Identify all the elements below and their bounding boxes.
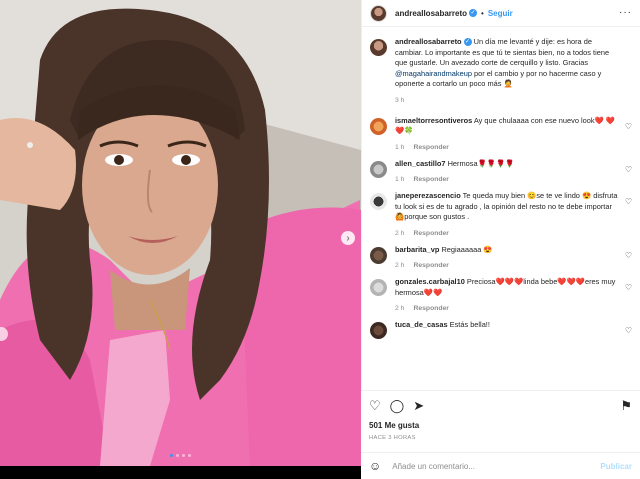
comment-like-heart-icon[interactable]: ♡ bbox=[625, 165, 632, 174]
reply-button[interactable]: Responder bbox=[413, 176, 449, 183]
chevron-right-icon: › bbox=[346, 232, 350, 244]
comment-body: ismaeltorresontiveros Ay que chulaaaa co… bbox=[395, 116, 632, 151]
carousel-dots bbox=[170, 454, 191, 457]
comment-meta: 2 h Responder bbox=[395, 230, 620, 237]
comment-username[interactable]: barbarita_vp bbox=[395, 245, 439, 254]
comment-avatar[interactable] bbox=[370, 117, 387, 135]
comment-message: Estás bella!! bbox=[449, 320, 490, 329]
comment-item: gonzales.carbajal10 Preciosa❤️❤️❤️linda … bbox=[370, 277, 632, 312]
comment-time: 1 h bbox=[395, 143, 405, 151]
comment-text: ismaeltorresontiveros Ay que chulaaaa co… bbox=[395, 116, 620, 137]
more-options-icon[interactable]: ··· bbox=[619, 7, 632, 18]
caption-avatar[interactable] bbox=[370, 39, 387, 56]
carousel-dot-active bbox=[170, 454, 173, 457]
comment-like-heart-icon[interactable]: ♡ bbox=[625, 197, 632, 206]
comment-text: janeperezascencio Te queda muy bien 😊se … bbox=[395, 191, 620, 223]
comment-body: tuca_de_casas Estás bella!! bbox=[395, 320, 632, 339]
comment-input[interactable]: Añade un comentario... bbox=[392, 462, 475, 471]
comment-message: Hermosa🌹🌹🌹🌹 bbox=[447, 158, 515, 168]
likes-count[interactable]: 501 Me gusta bbox=[369, 421, 632, 430]
comment-bubble-icon[interactable]: ◯ bbox=[390, 398, 405, 414]
comment-body: allen_castillo7 Hermosa🌹🌹🌹🌹 1 h Responder bbox=[395, 159, 632, 184]
comment-body: barbarita_vp Regiaaaaaa 😍 2 h Responder bbox=[395, 245, 632, 270]
caption-body: andreallosabarreto ✓ Un día me levanté y … bbox=[395, 37, 632, 104]
carousel-dot bbox=[188, 454, 191, 457]
comment-item: ismaeltorresontiveros Ay que chulaaaa co… bbox=[370, 116, 632, 151]
comment-text: barbarita_vp Regiaaaaaa 😍 bbox=[395, 245, 620, 256]
share-send-icon[interactable]: ➤ bbox=[413, 398, 424, 414]
post-time-ago[interactable]: HACE 3 HORAS bbox=[369, 435, 632, 441]
comment-text: gonzales.carbajal10 Preciosa❤️❤️❤️linda … bbox=[395, 277, 620, 298]
carousel-dot bbox=[176, 454, 179, 457]
comment-body: janeperezascencio Te queda muy bien 😊se … bbox=[395, 191, 632, 237]
verified-badge-icon: ✓ bbox=[463, 38, 472, 47]
reply-button[interactable]: Responder bbox=[413, 305, 449, 312]
comment-text: allen_castillo7 Hermosa🌹🌹🌹🌹 bbox=[395, 159, 620, 170]
comment-item: allen_castillo7 Hermosa🌹🌹🌹🌹 1 h Responder… bbox=[370, 159, 632, 184]
caption: andreallosabarreto ✓ Un día me levanté y … bbox=[370, 37, 632, 104]
comment-time: 2 h bbox=[395, 305, 405, 312]
post-header: andreallosabarreto ✓ • Seguir ··· bbox=[362, 0, 640, 27]
publish-button[interactable]: Publicar bbox=[600, 462, 632, 471]
comment-avatar[interactable] bbox=[370, 246, 387, 264]
comment-time: 1 h bbox=[395, 176, 405, 183]
comment-username[interactable]: ismaeltorresontiveros bbox=[395, 116, 472, 125]
comment-meta: 2 h Responder bbox=[395, 305, 620, 312]
comment-time: 2 h bbox=[395, 262, 405, 269]
like-heart-icon[interactable]: ♡ bbox=[369, 398, 381, 414]
caption-username[interactable]: andreallosabarreto bbox=[395, 37, 462, 46]
reply-button[interactable]: Responder bbox=[413, 144, 449, 151]
verified-badge-icon: ✓ bbox=[469, 9, 478, 17]
post-photo[interactable]: › bbox=[0, 0, 361, 466]
action-icons: ♡ ◯ ➤ ⚑ bbox=[369, 391, 632, 421]
comment-item: janeperezascencio Te queda muy bien 😊se … bbox=[370, 191, 632, 237]
comments-list[interactable]: andreallosabarreto ✓ Un día me levanté y … bbox=[362, 27, 640, 391]
caption-mention-link[interactable]: @magahairandmakeup bbox=[395, 69, 472, 78]
comment-item: barbarita_vp Regiaaaaaa 😍 2 h Responder ♡ bbox=[370, 245, 632, 270]
comment-item: tuca_de_casas Estás bella!! ♡ bbox=[370, 320, 632, 339]
follow-button[interactable]: Seguir bbox=[488, 9, 513, 18]
author-username[interactable]: andreallosabarreto bbox=[395, 9, 467, 18]
comment-like-heart-icon[interactable]: ♡ bbox=[625, 283, 632, 292]
reply-button[interactable]: Responder bbox=[413, 230, 449, 237]
comment-username[interactable]: allen_castillo7 bbox=[395, 159, 446, 168]
comment-meta: 1 h Responder bbox=[395, 144, 620, 151]
caption-meta: 3 h bbox=[395, 97, 620, 104]
comment-username[interactable]: janeperezascencio bbox=[395, 191, 461, 200]
comment-avatar[interactable] bbox=[370, 193, 387, 210]
comment-avatar[interactable] bbox=[370, 322, 387, 339]
comment-body: gonzales.carbajal10 Preciosa❤️❤️❤️linda … bbox=[395, 277, 632, 312]
comment-meta: 2 h Responder bbox=[395, 262, 620, 269]
comment-like-heart-icon[interactable]: ♡ bbox=[625, 251, 632, 260]
next-photo-button[interactable]: › bbox=[341, 231, 355, 245]
comment-avatar[interactable] bbox=[370, 160, 387, 178]
comment-like-heart-icon[interactable]: ♡ bbox=[625, 326, 632, 335]
instagram-post-modal: › andreallosabarreto ✓ • Seguir ··· andr… bbox=[0, 0, 640, 479]
comment-username[interactable]: gonzales.carbajal10 bbox=[395, 277, 465, 286]
comment-username[interactable]: tuca_de_casas bbox=[395, 320, 448, 329]
header-separator: • bbox=[481, 8, 484, 18]
caption-time[interactable]: 3 h bbox=[395, 97, 404, 104]
caption-text: andreallosabarreto ✓ Un día me levanté y … bbox=[395, 37, 620, 90]
add-comment-bar: ☺ Añade un comentario... Publicar bbox=[361, 452, 640, 479]
author-avatar[interactable] bbox=[370, 4, 387, 22]
comment-avatar[interactable] bbox=[370, 279, 387, 296]
emoji-picker-icon[interactable]: ☺ bbox=[369, 459, 381, 473]
comment-text: tuca_de_casas Estás bella!! bbox=[395, 320, 620, 331]
reply-button[interactable]: Responder bbox=[413, 262, 449, 269]
save-bookmark-icon[interactable]: ⚑ bbox=[620, 398, 632, 414]
comment-meta: 1 h Responder bbox=[395, 176, 620, 183]
comment-message: Regiaaaaaa 😍 bbox=[441, 244, 493, 254]
portrait-illustration bbox=[0, 0, 361, 466]
comment-like-heart-icon[interactable]: ♡ bbox=[625, 122, 632, 131]
carousel-dot bbox=[182, 454, 185, 457]
comment-time: 2 h bbox=[395, 229, 405, 237]
